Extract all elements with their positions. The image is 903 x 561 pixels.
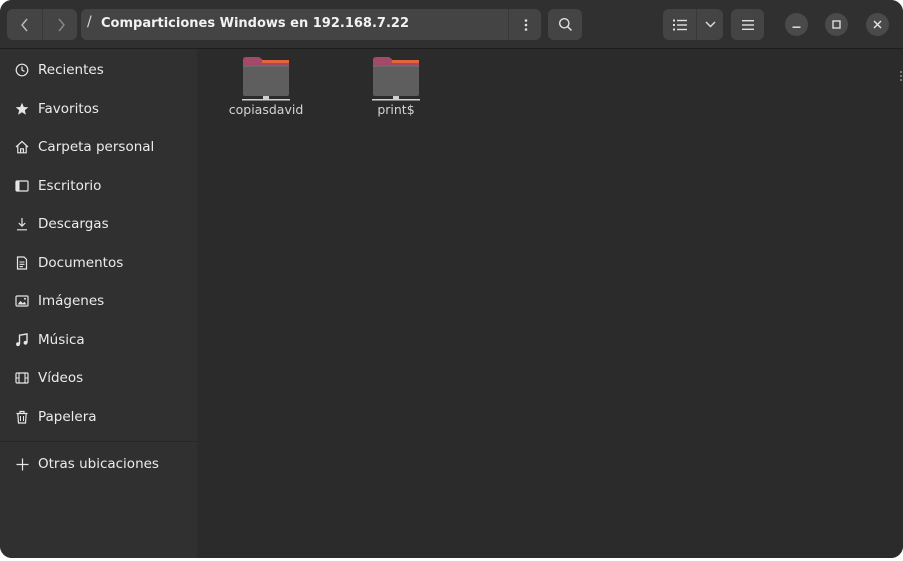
chevron-left-icon bbox=[20, 18, 28, 31]
view-toggle bbox=[663, 9, 723, 40]
vertical-dots-icon bbox=[524, 18, 527, 31]
file-item-copiasdavid[interactable]: copiasdavid bbox=[226, 55, 306, 117]
sidebar-item-favoritos[interactable]: Favoritos bbox=[0, 90, 197, 128]
sidebar-item-label: Carpeta personal bbox=[38, 139, 155, 155]
close-button[interactable] bbox=[866, 13, 889, 36]
sidebar: Recientes Favoritos Carpeta personal Esc… bbox=[0, 49, 197, 558]
sidebar-item-label: Recientes bbox=[38, 62, 104, 78]
path-title[interactable]: Comparticiones Windows en 192.168.7.22 bbox=[101, 16, 409, 31]
path-bar[interactable]: / Comparticiones Windows en 192.168.7.22 bbox=[81, 9, 541, 40]
desktop-icon bbox=[14, 178, 30, 194]
network-folder-icon bbox=[242, 57, 290, 101]
file-item-label: copiasdavid bbox=[228, 102, 304, 117]
clock-icon bbox=[14, 62, 30, 78]
home-icon bbox=[14, 139, 30, 155]
music-icon bbox=[14, 332, 30, 348]
file-view: copiasdavid print$ bbox=[197, 49, 903, 558]
hamburger-menu-icon bbox=[741, 19, 754, 30]
path-menu-button[interactable] bbox=[508, 9, 542, 40]
sidebar-item-label: Vídeos bbox=[38, 370, 84, 386]
sidebar-item-videos[interactable]: Vídeos bbox=[0, 359, 197, 397]
sidebar-item-label: Escritorio bbox=[38, 178, 102, 194]
search-icon bbox=[558, 18, 572, 32]
trash-icon bbox=[14, 409, 30, 425]
sidebar-item-label: Papelera bbox=[38, 409, 97, 425]
sidebar-item-documentos[interactable]: Documentos bbox=[0, 244, 197, 282]
file-item-print[interactable]: print$ bbox=[356, 55, 436, 117]
list-view-icon bbox=[672, 19, 687, 30]
file-item-label: print$ bbox=[377, 102, 415, 117]
sidebar-item-musica[interactable]: Música bbox=[0, 321, 197, 359]
scroll-indicator bbox=[900, 71, 902, 81]
path-separator: / bbox=[87, 14, 92, 30]
sidebar-item-recientes[interactable]: Recientes bbox=[0, 51, 197, 89]
list-view-button[interactable] bbox=[663, 9, 696, 40]
sidebar-item-label: Música bbox=[38, 332, 85, 348]
chevron-down-icon bbox=[705, 21, 716, 28]
view-options-button[interactable] bbox=[696, 9, 724, 40]
maximize-button[interactable] bbox=[825, 13, 848, 36]
sidebar-separator bbox=[0, 441, 197, 442]
sidebar-item-label: Otras ubicaciones bbox=[38, 456, 159, 472]
document-icon bbox=[14, 255, 30, 271]
sidebar-item-label: Descargas bbox=[38, 216, 109, 232]
chevron-right-icon bbox=[57, 18, 65, 31]
sidebar-item-otras-ubicaciones[interactable]: Otras ubicaciones bbox=[0, 445, 197, 483]
sidebar-item-papelera[interactable]: Papelera bbox=[0, 398, 197, 436]
forward-button[interactable] bbox=[42, 9, 78, 40]
sidebar-item-label: Imágenes bbox=[38, 293, 105, 309]
image-icon bbox=[14, 293, 30, 309]
sidebar-item-label: Favoritos bbox=[38, 101, 99, 117]
sidebar-item-descargas[interactable]: Descargas bbox=[0, 205, 197, 243]
minimize-button[interactable] bbox=[785, 13, 808, 36]
sidebar-item-carpeta-personal[interactable]: Carpeta personal bbox=[0, 128, 197, 166]
maximize-icon bbox=[832, 20, 841, 29]
header-bar: / Comparticiones Windows en 192.168.7.22 bbox=[0, 0, 903, 49]
close-icon bbox=[873, 20, 882, 29]
sidebar-item-escritorio[interactable]: Escritorio bbox=[0, 167, 197, 205]
video-icon bbox=[14, 370, 30, 386]
back-button[interactable] bbox=[7, 9, 42, 40]
main-menu-button[interactable] bbox=[731, 9, 764, 40]
file-manager-window: / Comparticiones Windows en 192.168.7.22 bbox=[0, 0, 903, 558]
sidebar-item-label: Documentos bbox=[38, 255, 124, 271]
download-icon bbox=[14, 216, 30, 232]
navigation-buttons bbox=[7, 9, 77, 40]
plus-icon bbox=[14, 456, 30, 472]
sidebar-item-imagenes[interactable]: Imágenes bbox=[0, 282, 197, 320]
network-folder-icon bbox=[372, 57, 420, 101]
search-button[interactable] bbox=[548, 9, 582, 40]
star-icon bbox=[14, 101, 30, 117]
minimize-icon bbox=[792, 26, 801, 28]
